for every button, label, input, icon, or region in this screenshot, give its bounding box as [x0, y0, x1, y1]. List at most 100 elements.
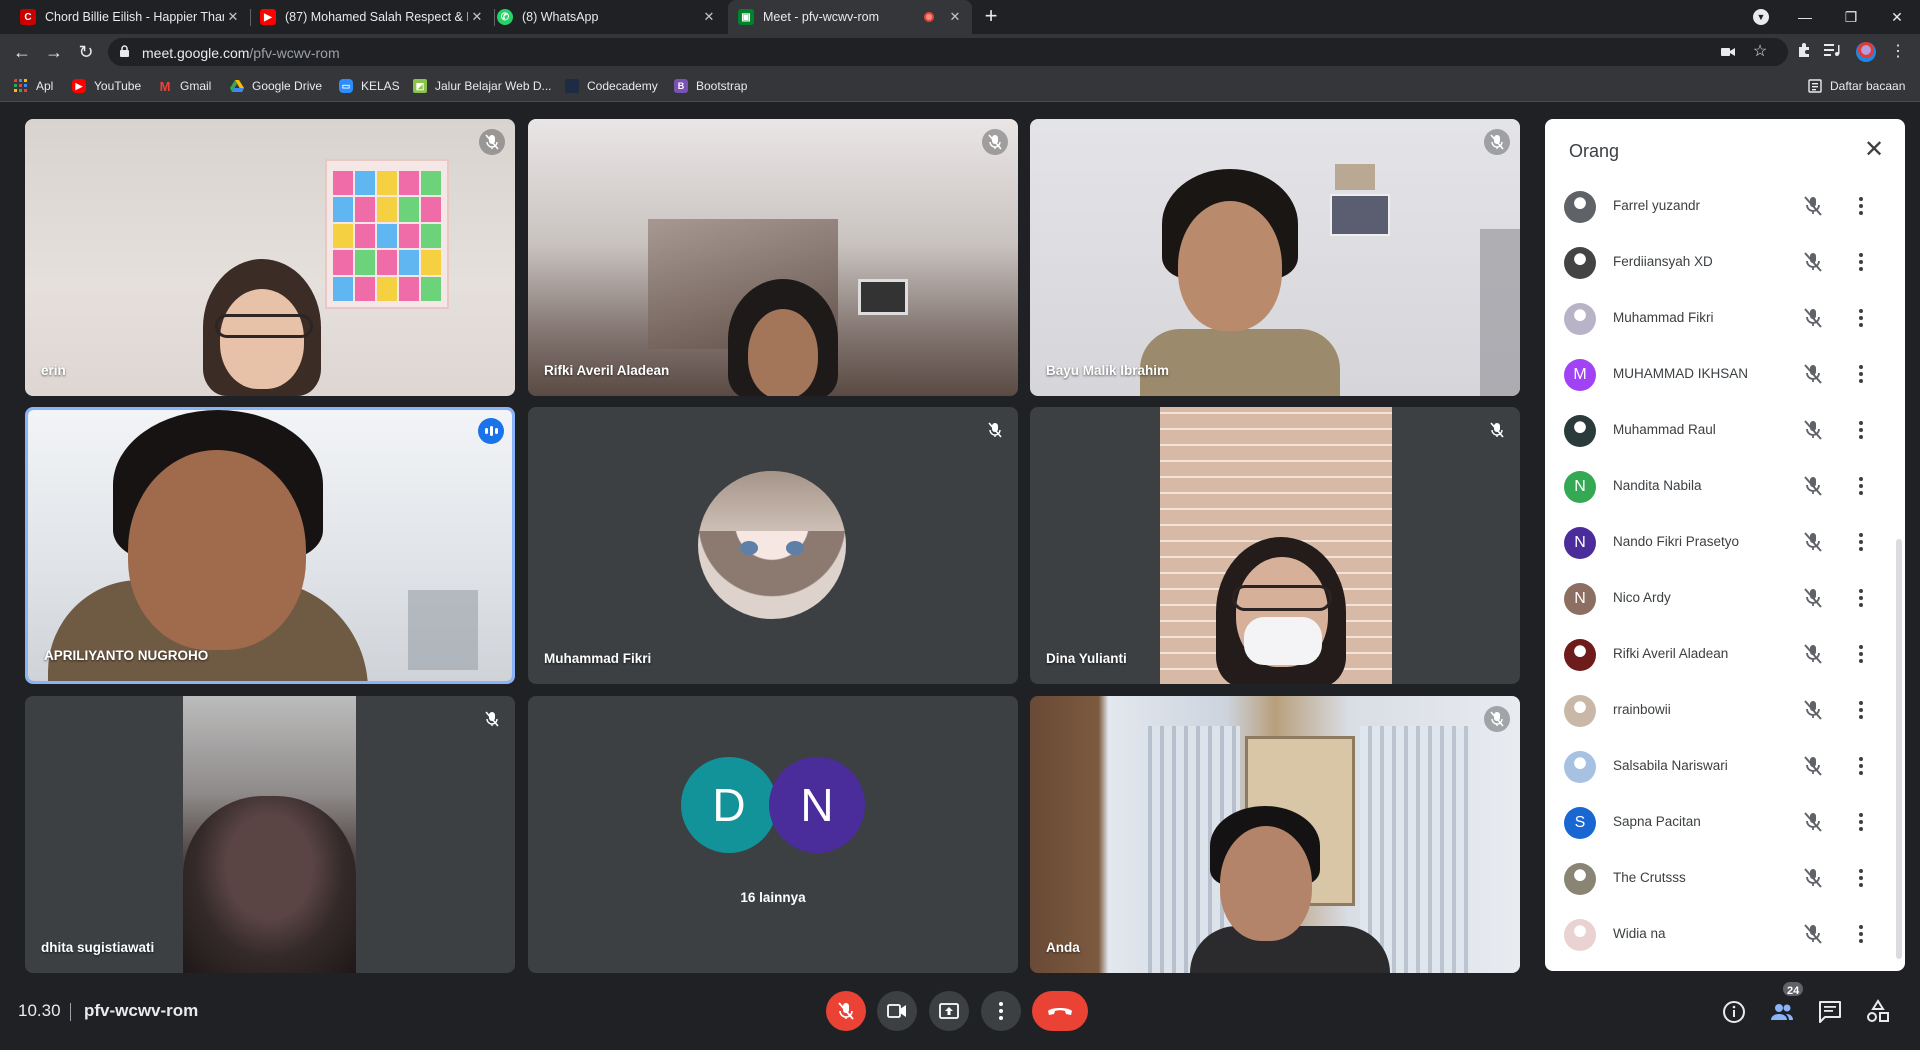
- activities-icon[interactable]: [1865, 999, 1891, 1025]
- present-screen-button[interactable]: [929, 991, 969, 1031]
- mic-off-icon[interactable]: [1801, 866, 1825, 890]
- extensions-icon[interactable]: [1794, 42, 1814, 62]
- more-vert-icon[interactable]: [1853, 418, 1869, 442]
- participant-row[interactable]: S Sapna Pacitan: [1545, 794, 1897, 850]
- tab-meet[interactable]: ▣ Meet - pfv-wcwv-rom ✕: [728, 0, 972, 34]
- bookmark-gmail[interactable]: M Gmail: [158, 78, 212, 94]
- more-vert-icon[interactable]: [1853, 754, 1869, 778]
- participant-row[interactable]: N Nico Ardy: [1545, 570, 1897, 626]
- maximize-button[interactable]: ❐: [1828, 0, 1874, 34]
- more-vert-icon[interactable]: [1853, 586, 1869, 610]
- person: [1140, 329, 1340, 396]
- mic-off-icon[interactable]: [1801, 642, 1825, 666]
- participant-tile[interactable]: Bayu Malik Ibrahim: [1030, 119, 1520, 396]
- new-tab-button[interactable]: +: [978, 4, 1004, 30]
- bookmark-youtube[interactable]: ▶ YouTube: [72, 78, 141, 94]
- avatar-initial: D: [712, 779, 746, 831]
- participant-row[interactable]: The Crutsss: [1545, 850, 1897, 906]
- more-vert-icon[interactable]: [1853, 194, 1869, 218]
- address-bar[interactable]: meet.google.com/pfv-wcwv-rom ☆: [108, 38, 1788, 66]
- more-vert-icon[interactable]: [1853, 866, 1869, 890]
- participant-tile[interactable]: Muhammad Fikri: [528, 407, 1018, 684]
- close-icon[interactable]: ✕: [224, 9, 242, 25]
- back-icon[interactable]: ←: [10, 40, 34, 64]
- participant-row[interactable]: Farrel yuzandr: [1545, 178, 1897, 234]
- bookmark-google-drive[interactable]: Google Drive: [230, 78, 322, 94]
- mic-toggle-button[interactable]: [826, 991, 866, 1031]
- mic-off-icon[interactable]: [1801, 698, 1825, 722]
- mic-off-icon[interactable]: [1801, 306, 1825, 330]
- chat-icon[interactable]: [1817, 999, 1843, 1025]
- bookmark-dicoding[interactable]: ◩ Jalur Belajar Web D...: [413, 78, 552, 94]
- profile-avatar[interactable]: [1856, 42, 1876, 62]
- participant-row[interactable]: N Nando Fikri Prasetyo: [1545, 514, 1897, 570]
- mic-off-icon[interactable]: [1801, 474, 1825, 498]
- participant-name: Sapna Pacitan: [1613, 814, 1701, 829]
- leave-call-button[interactable]: [1032, 991, 1088, 1031]
- reload-icon[interactable]: ↻: [74, 40, 98, 64]
- forward-icon[interactable]: →: [42, 40, 66, 64]
- close-icon[interactable]: ✕: [946, 9, 964, 25]
- close-window-button[interactable]: ✕: [1874, 0, 1920, 34]
- people-icon[interactable]: [1769, 999, 1795, 1025]
- more-vert-icon[interactable]: [1853, 922, 1869, 946]
- close-icon[interactable]: ✕: [700, 9, 718, 25]
- more-vert-icon[interactable]: [1853, 362, 1869, 386]
- mic-off-icon[interactable]: [1801, 362, 1825, 386]
- meeting-info-icon[interactable]: [1721, 999, 1747, 1025]
- participant-row[interactable]: Muhammad Fikri: [1545, 290, 1897, 346]
- menu-kebab-icon[interactable]: ⋮: [1888, 42, 1908, 62]
- reading-list-button[interactable]: Daftar bacaan: [1808, 78, 1905, 94]
- participant-row[interactable]: Rifki Averil Aladean: [1545, 626, 1897, 682]
- close-icon[interactable]: ✕: [468, 9, 486, 25]
- bookmark-star-icon[interactable]: ☆: [1750, 42, 1770, 62]
- bookmark-kelas[interactable]: ▭ KELAS: [339, 78, 400, 94]
- mic-off-icon[interactable]: [1801, 194, 1825, 218]
- participant-row[interactable]: rrainbowii: [1545, 682, 1897, 738]
- more-vert-icon[interactable]: [1853, 698, 1869, 722]
- reading-list-label: Daftar bacaan: [1830, 79, 1906, 93]
- participant-tile-active-speaker[interactable]: APRILIYANTO NUGROHO: [25, 407, 515, 684]
- more-vert-icon[interactable]: [1853, 642, 1869, 666]
- media-control-icon[interactable]: [1822, 42, 1842, 62]
- mic-off-icon[interactable]: [1801, 754, 1825, 778]
- participant-row[interactable]: Widia na: [1545, 906, 1897, 962]
- mic-off-icon[interactable]: [1801, 922, 1825, 946]
- participant-row[interactable]: Salsabila Nariswari: [1545, 738, 1897, 794]
- participant-row[interactable]: Ferdiiansyah XD: [1545, 234, 1897, 290]
- close-icon[interactable]: ✕: [1861, 137, 1887, 163]
- tab-chord[interactable]: C Chord Billie Eilish - Happier Than ✕: [0, 0, 250, 34]
- mic-off-icon[interactable]: [1801, 810, 1825, 834]
- panel-scrollbar[interactable]: [1896, 539, 1902, 959]
- participant-tile[interactable]: dhita sugistiawati: [25, 696, 515, 973]
- bookmark-bootstrap[interactable]: B Bootstrap: [674, 78, 747, 94]
- more-vert-icon[interactable]: [1853, 474, 1869, 498]
- participant-tile[interactable]: Rifki Averil Aladean: [528, 119, 1018, 396]
- tab-search-icon[interactable]: ▼: [1738, 0, 1784, 34]
- camera-toggle-button[interactable]: [877, 991, 917, 1031]
- more-vert-icon[interactable]: [1853, 250, 1869, 274]
- tab-whatsapp[interactable]: ✆ (8) WhatsApp ✕: [494, 0, 726, 34]
- bookmark-apps[interactable]: Apl: [14, 78, 53, 94]
- bookmark-label: KELAS: [361, 79, 400, 93]
- camera-icon[interactable]: [1718, 42, 1738, 62]
- participant-tile[interactable]: erin: [25, 119, 515, 396]
- mic-off-icon[interactable]: [1801, 586, 1825, 610]
- more-options-button[interactable]: [981, 991, 1021, 1031]
- mic-off-icon[interactable]: [1801, 530, 1825, 554]
- self-tile[interactable]: Anda: [1030, 696, 1520, 973]
- more-vert-icon[interactable]: [1853, 810, 1869, 834]
- mic-off-icon[interactable]: [1801, 250, 1825, 274]
- mic-off-icon[interactable]: [1801, 418, 1825, 442]
- more-vert-icon[interactable]: [1853, 530, 1869, 554]
- tab-youtube[interactable]: ▶ (87) Mohamed Salah Respect & E ✕: [250, 0, 494, 34]
- minimize-button[interactable]: —: [1782, 0, 1828, 34]
- mic-off-icon: [1484, 129, 1510, 155]
- participant-row[interactable]: M MUHAMMAD IKHSAN: [1545, 346, 1897, 402]
- participant-tile[interactable]: Dina Yulianti: [1030, 407, 1520, 684]
- participant-row[interactable]: N Nandita Nabila: [1545, 458, 1897, 514]
- participant-row[interactable]: Muhammad Raul: [1545, 402, 1897, 458]
- others-tile[interactable]: D N 16 lainnya: [528, 696, 1018, 973]
- bookmark-codecademy[interactable]: Codecademy: [565, 78, 658, 94]
- more-vert-icon[interactable]: [1853, 306, 1869, 330]
